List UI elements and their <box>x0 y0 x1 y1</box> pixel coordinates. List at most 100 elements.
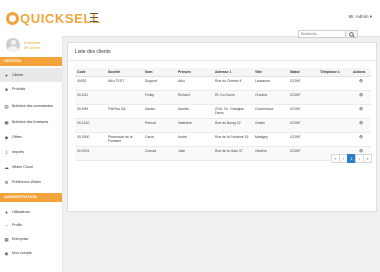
search-icon <box>348 31 355 38</box>
clients-panel: Liste des clients Code Société Nom Préno… <box>67 42 377 212</box>
sidebar-item-offres[interactable]: ◆ Offres <box>0 130 62 144</box>
cell-statut: ICONF <box>288 76 318 91</box>
import-icon: ⇩ <box>4 149 9 155</box>
view-eye-icon[interactable]: 👁 <box>351 118 371 133</box>
sidebar-item-label: Mon compte <box>12 251 32 255</box>
view-eye-icon[interactable]: 👁 <box>351 90 371 105</box>
building-icon: ▦ <box>4 236 9 242</box>
user-menu[interactable]: Mr. Admin ▾ <box>348 14 372 20</box>
cell-adresse: Rue du Chemin 4 <box>213 76 253 91</box>
table-row[interactable]: 00-0001 Conrad Julie Rue de la Gare 37 G… <box>75 146 371 161</box>
pagination-last-button[interactable]: » <box>363 154 372 163</box>
cell-adresse: Rue de la Fontaine 16 <box>213 132 253 147</box>
cell-statut: ICONF <box>288 132 318 147</box>
sidebar-item-label: Widen Cloud <box>12 165 33 169</box>
settings-icon: ⚙ <box>4 179 9 185</box>
sidebar-item-bulletins-commandes[interactable]: ▤ Bulletins des commandes <box>0 99 62 113</box>
table-row[interactable]: 00-D42 Fellay Richard Rt. Du Guem Oronin… <box>75 90 371 105</box>
cell-nom: Pernod <box>143 118 176 133</box>
logo-text: QUICKSELL <box>20 10 101 26</box>
cell-telephone <box>318 76 351 91</box>
sidebar-item-label: Offres <box>12 135 22 139</box>
column-header-societe[interactable]: Société <box>106 68 143 77</box>
column-header-prenom[interactable]: Prénom <box>176 68 213 77</box>
cell-ville: Lausanne <box>253 76 288 91</box>
sidebar: Entreprise Mr. Admin GESTION ● Clients ■… <box>0 36 63 272</box>
box-icon: ■ <box>5 86 8 92</box>
sidebar-item-clients[interactable]: ● Clients <box>0 68 62 82</box>
view-eye-icon[interactable]: 👁 <box>351 76 371 91</box>
cell-nom: Martch <box>143 104 176 119</box>
sidebar-item-label: Préférence Widen <box>12 180 41 184</box>
column-header-ville[interactable]: Ville <box>253 68 288 77</box>
id-card-icon: ▫ <box>5 222 8 228</box>
avatar <box>6 38 20 52</box>
cell-societe <box>106 118 143 133</box>
cell-adresse: Rt. Du Guem <box>213 90 253 105</box>
sidebar-item-label: Produits <box>12 87 26 91</box>
sidebar-item-utilisateurs[interactable]: ● Utilisateurs <box>0 205 62 219</box>
section-header-gestion: GESTION <box>0 57 62 66</box>
sidebar-item-mon-compte[interactable]: ◉ Mon compte <box>0 246 62 260</box>
search-button[interactable] <box>346 30 358 38</box>
sidebar-item-produits[interactable]: ■ Produits <box>0 82 62 96</box>
cell-societe: Alku TEST <box>106 76 143 91</box>
clipboard-icon: ▤ <box>4 103 9 109</box>
search-input[interactable] <box>298 30 346 38</box>
sidebar-item-label: Utilisateurs <box>12 210 30 214</box>
column-header-statut[interactable]: Statut <box>288 68 318 77</box>
column-header-code[interactable]: Code <box>75 68 106 77</box>
column-header-adresse[interactable]: Adresse 1 <box>213 68 253 77</box>
cell-code: 00-H89 <box>75 104 106 119</box>
cell-ville: Martigny <box>253 132 288 147</box>
profile-name: Entreprise <box>24 41 41 45</box>
sidebar-item-entreprise[interactable]: ▦ Entreprise <box>0 232 62 246</box>
cell-statut: ICONF <box>288 118 318 133</box>
column-header-telephone[interactable]: Téléphone 1 <box>318 68 351 77</box>
sidebar-item-label: Clients <box>12 73 23 77</box>
section-header-administration: ADMINISTRATION <box>0 193 62 202</box>
cell-prenom: Richard <box>176 90 213 105</box>
cell-adresse: ZOA. Ch. Grangias Denis <box>213 104 253 119</box>
cell-adresse: Rue de la Gare 37 <box>213 146 253 161</box>
sidebar-item-imports[interactable]: ⇩ Imports <box>0 145 62 159</box>
cell-code: 00-0000 <box>75 132 106 147</box>
table-row[interactable]: 00-0000 Pharmacie de la Fontaine Caron A… <box>75 132 371 147</box>
cell-nom: Fellay <box>143 90 176 105</box>
cell-prenom: Valentine <box>176 118 213 133</box>
sidebar-item-preference-widen[interactable]: ⚙ Préférence Widen <box>0 175 62 189</box>
sidebar-item-label: Bulletins des commandes <box>12 104 53 108</box>
table-row[interactable]: 00-1010 Pernod Valentine Rue du Bourg 22… <box>75 118 371 133</box>
cell-nom: Conrad <box>143 146 176 161</box>
sidebar-item-widen-cloud[interactable]: ☁ Widen Cloud <box>0 160 62 174</box>
table-row[interactable]: 00-H89 FilePlus SA Martch Aurelia ZOA. C… <box>75 104 371 119</box>
account-icon: ◉ <box>4 250 9 256</box>
sidebar-item-profils[interactable]: ▫ Profils <box>0 218 62 232</box>
cell-ville: Genève <box>253 146 288 161</box>
column-header-nom[interactable]: Nom <box>143 68 176 77</box>
cell-ville: Courbedaux <box>253 104 288 119</box>
pagination: « ‹ 1 › » <box>331 154 372 163</box>
truck-icon: ▣ <box>4 119 9 125</box>
cell-ville: Gravis <box>253 118 288 133</box>
cell-telephone <box>318 90 351 105</box>
cell-statut: ICONF <box>288 104 318 119</box>
logo-icon <box>6 11 19 25</box>
view-eye-icon[interactable]: 👁 <box>351 104 371 119</box>
cell-adresse: Rue du Bourg 22 <box>213 118 253 133</box>
cell-telephone <box>318 132 351 147</box>
tag-icon: ◆ <box>4 134 9 140</box>
hamburger-menu-icon[interactable] <box>90 13 98 22</box>
user-icon: ● <box>5 209 8 215</box>
cell-nom: Caron <box>143 132 176 147</box>
cloud-icon: ☁ <box>4 164 9 170</box>
sidebar-item-bulletins-livraisons[interactable]: ▣ Bulletins des livraisons <box>0 115 62 129</box>
view-eye-icon[interactable]: 👁 <box>351 132 371 147</box>
cell-statut: ICONF <box>288 146 318 161</box>
cell-code: 00-1010 <box>75 118 106 133</box>
table-row[interactable]: 00002 Alku TEST Support Alku Rue du Chem… <box>75 76 371 91</box>
logo[interactable]: QUICKSELL <box>6 9 101 27</box>
cell-code: 00-D42 <box>75 90 106 105</box>
sidebar-item-label: Bulletins des livraisons <box>12 120 49 124</box>
cell-societe: Pharmacie de la Fontaine <box>106 132 143 147</box>
